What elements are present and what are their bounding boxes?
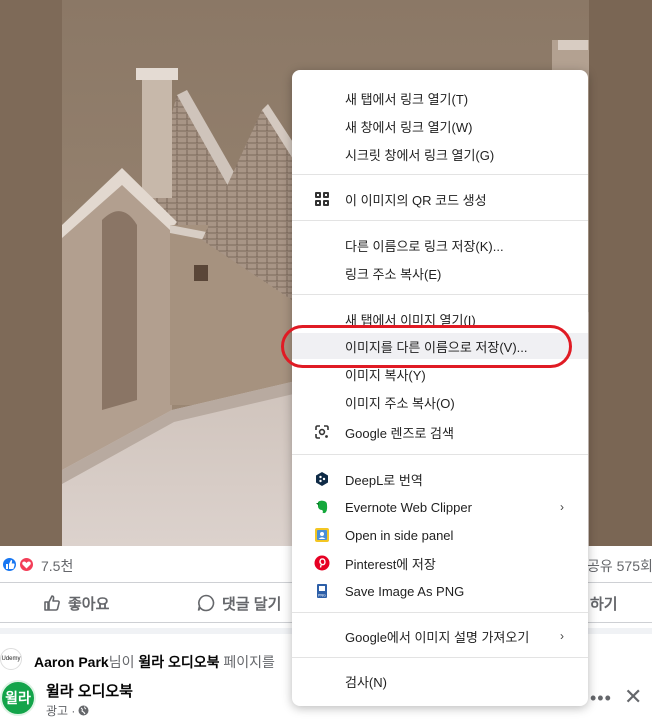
reaction-count[interactable]: 7.5천 <box>41 556 73 576</box>
globe-icon <box>78 705 89 716</box>
sponsored-label[interactable]: 광고 · <box>46 702 89 719</box>
share-label: 하기 <box>590 595 618 613</box>
menu-separator <box>292 174 588 175</box>
side-panel-extension-icon <box>314 527 330 543</box>
udemy-avatar[interactable]: Udemy <box>0 648 22 670</box>
menu-open-link-new-tab[interactable]: 새 탭에서 링크 열기(T) <box>292 85 588 111</box>
menu-create-qr-code[interactable]: 이 이미지의 QR 코드 생성 <box>292 186 588 212</box>
svg-text:PNG: PNG <box>318 594 326 598</box>
menu-open-link-incognito[interactable]: 시크릿 창에서 링크 열기(G) <box>292 141 588 167</box>
menu-separator <box>292 657 588 658</box>
chevron-right-icon: › <box>560 500 564 514</box>
image-background-left <box>0 0 62 546</box>
activity-user-link[interactable]: Aaron Park <box>34 654 109 670</box>
menu-copy-link-address[interactable]: 링크 주소 복사(E) <box>292 260 588 286</box>
menu-open-side-panel[interactable]: Open in side panel <box>292 522 588 548</box>
activity-line: Aaron Park님이 윌라 오디오북 페이지를 <box>34 654 275 670</box>
close-icon[interactable]: ✕ <box>624 684 642 710</box>
google-lens-icon <box>314 424 330 440</box>
thumbs-up-icon <box>44 595 60 611</box>
comment-icon <box>197 594 215 612</box>
page-name-link[interactable]: 윌라 오디오북 <box>46 680 133 701</box>
chevron-right-icon: › <box>560 629 564 643</box>
context-menu: 새 탭에서 링크 열기(T) 새 창에서 링크 열기(W) 시크릿 창에서 링크… <box>292 70 588 706</box>
menu-deepl-translate[interactable]: DeepL로 번역 <box>292 466 588 492</box>
like-reaction-icon[interactable] <box>2 557 17 572</box>
image-background-right <box>589 0 652 546</box>
comment-label: 댓글 달기 <box>222 595 282 613</box>
qr-code-icon <box>314 191 330 207</box>
png-file-icon: PNG <box>314 583 330 599</box>
menu-google-lens[interactable]: Google 렌즈로 검색 <box>292 419 588 445</box>
like-button[interactable]: 좋아요 <box>42 590 109 616</box>
comment-button[interactable]: 댓글 달기 <box>196 590 281 616</box>
menu-save-image-png[interactable]: PNG Save Image As PNG <box>292 578 588 604</box>
menu-copy-image-address[interactable]: 이미지 주소 복사(O) <box>292 389 588 415</box>
menu-inspect[interactable]: 검사(N) <box>292 668 588 694</box>
menu-google-image-description[interactable]: Google에서 이미지 설명 가져오기 › <box>292 623 588 649</box>
menu-evernote-clipper[interactable]: Evernote Web Clipper › <box>292 494 588 520</box>
page-avatar[interactable]: 윌라 <box>0 680 36 716</box>
menu-open-link-new-window[interactable]: 새 창에서 링크 열기(W) <box>292 113 588 139</box>
menu-separator <box>292 294 588 295</box>
love-reaction-icon[interactable] <box>19 557 34 572</box>
menu-separator <box>292 454 588 455</box>
activity-page-link[interactable]: 윌라 오디오북 <box>138 654 219 670</box>
pinterest-icon <box>314 555 330 571</box>
menu-separator <box>292 612 588 613</box>
more-horizontal-icon[interactable]: ••• <box>590 688 612 709</box>
menu-pinterest-save[interactable]: Pinterest에 저장 <box>292 550 588 576</box>
deepl-icon <box>314 471 330 487</box>
menu-separator <box>292 220 588 221</box>
screen: 7.5천 공유 575회 좋아요 댓글 달기 하기 Udemy Aaron Pa… <box>0 0 652 719</box>
menu-save-link-as[interactable]: 다른 이름으로 링크 저장(K)... <box>292 232 588 258</box>
share-button[interactable]: 하기 <box>590 590 618 616</box>
highlight-annotation-circle <box>281 325 572 368</box>
evernote-icon <box>314 499 330 515</box>
share-count[interactable]: 공유 575회 <box>587 556 652 576</box>
like-label: 좋아요 <box>68 595 110 613</box>
